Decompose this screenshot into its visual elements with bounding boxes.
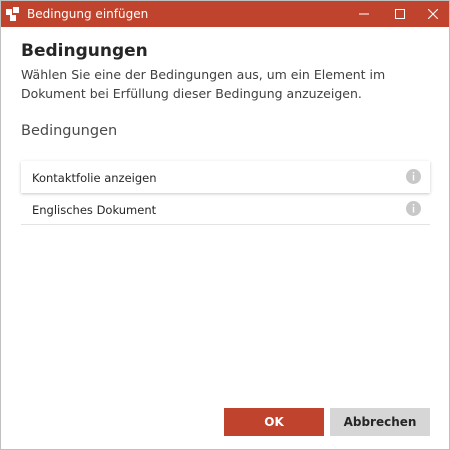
condition-item-englisch[interactable]: Englisches Dokument	[21, 193, 430, 225]
insert-condition-dialog: Bedingung einfügen Bedingungen Wählen Si…	[0, 0, 450, 450]
condition-item-kontaktfolie[interactable]: Kontaktfolie anzeigen	[21, 161, 430, 193]
maximize-button[interactable]	[383, 1, 417, 27]
minimize-button[interactable]	[347, 1, 381, 27]
condition-label: Englisches Dokument	[32, 203, 157, 217]
window-title: Bedingung einfügen	[27, 7, 149, 21]
close-button[interactable]	[416, 1, 450, 27]
close-icon	[428, 9, 438, 19]
info-icon[interactable]	[406, 201, 421, 216]
condition-label: Kontaktfolie anzeigen	[32, 171, 157, 185]
conditions-list: Kontaktfolie anzeigen Englisches Dokumen…	[21, 161, 430, 225]
conditions-section-title: Bedingungen	[21, 123, 118, 139]
cancel-button[interactable]: Abbrechen	[330, 408, 430, 436]
maximize-icon	[395, 9, 405, 19]
dialog-heading: Bedingungen	[21, 41, 148, 61]
minimize-icon	[359, 9, 369, 19]
dialog-description: Wählen Sie eine der Bedingungen aus, um …	[21, 67, 386, 101]
title-bar: Bedingung einfügen	[1, 1, 449, 27]
app-logo-icon	[5, 6, 21, 22]
ok-button[interactable]: OK	[224, 408, 324, 436]
info-icon[interactable]	[406, 169, 421, 184]
